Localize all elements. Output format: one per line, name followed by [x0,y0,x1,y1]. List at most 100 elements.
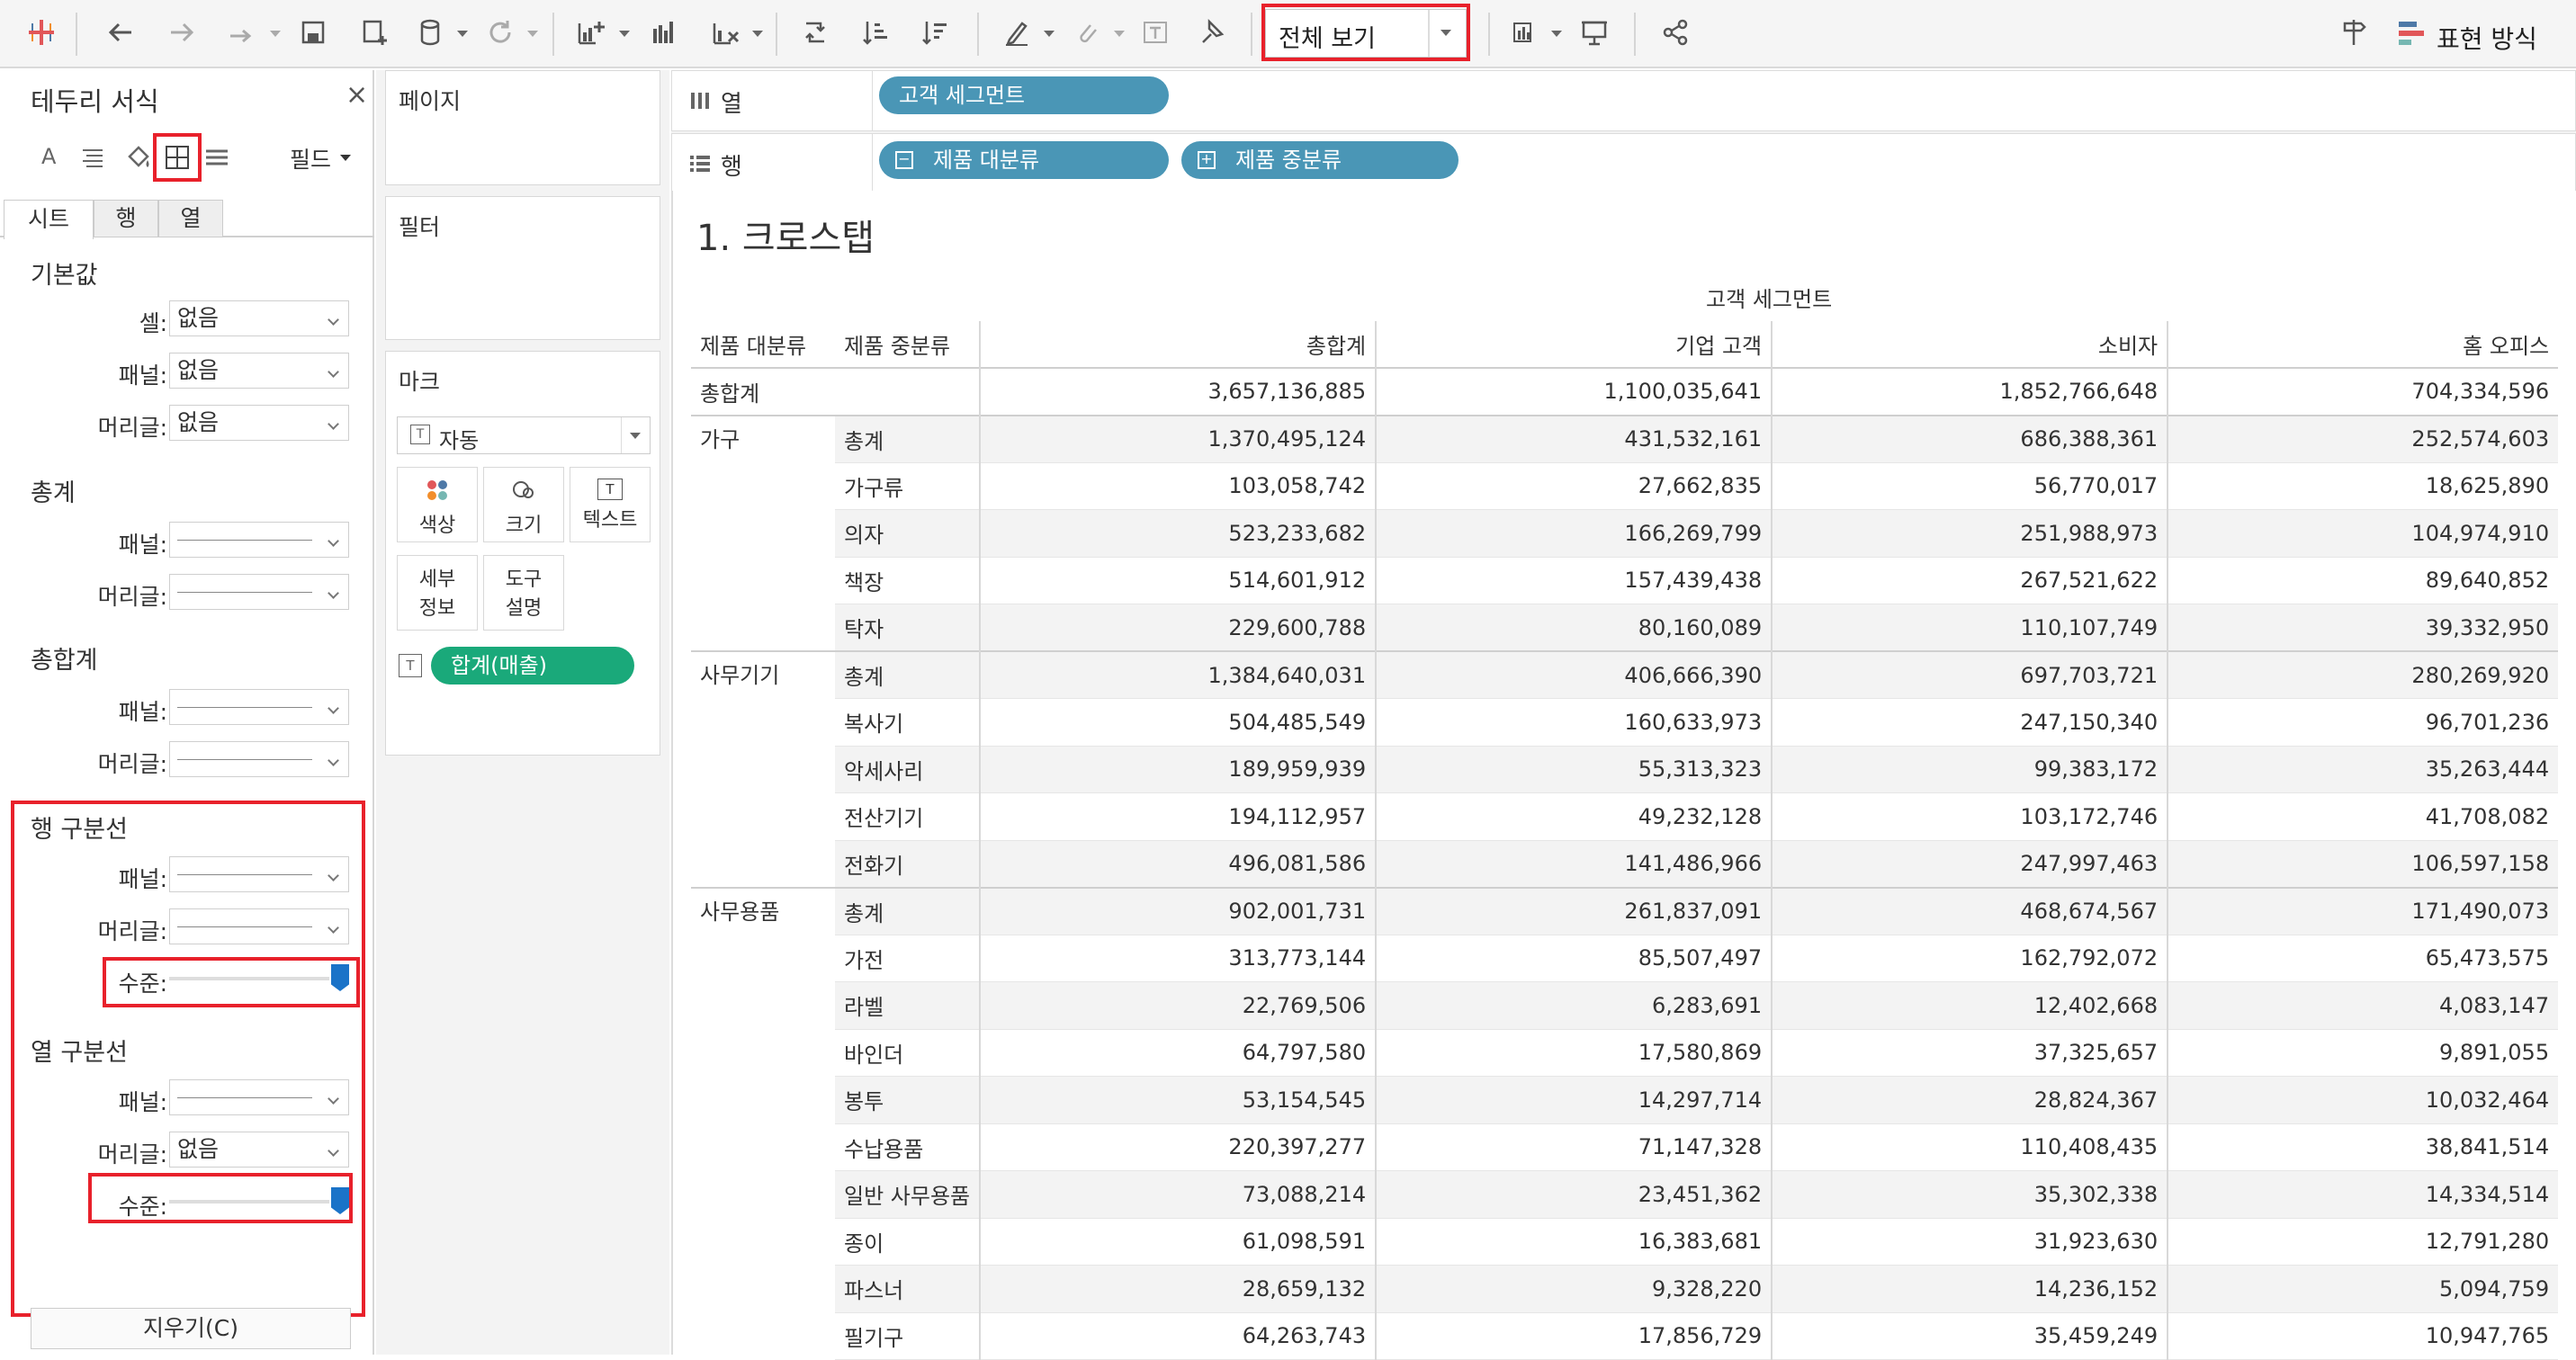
table-row[interactable]: 수납용품 220,397,277 71,147,328 110,408,435 38,8… [691,1123,2559,1171]
header-consumer[interactable]: 소비자 [1771,320,2168,368]
value-cell[interactable]: 64,263,743 [979,1312,1377,1360]
size-button[interactable]: 크기 [483,467,564,542]
value-cell[interactable]: 9,891,055 [2167,1029,2559,1077]
value-cell[interactable]: 280,269,920 [2167,650,2559,699]
refresh-icon[interactable] [480,13,520,52]
tab-columns[interactable]: 열 [158,200,223,237]
grand-total-value[interactable]: 704,334,596 [2167,368,2559,416]
value-cell[interactable]: 10,032,464 [2167,1076,2559,1124]
value-cell[interactable]: 110,107,749 [1771,604,2168,652]
subcategory-cell[interactable]: 가전 [835,935,981,982]
header-category[interactable]: 제품 대분류 [691,321,835,369]
default-panel-dropdown[interactable]: 없음 [169,353,349,389]
category-cell[interactable] [691,935,835,982]
subcategory-cell[interactable]: 필기구 [835,1312,981,1360]
value-cell[interactable]: 61,098,591 [979,1218,1377,1266]
subcategory-cell[interactable]: 총계 [835,414,981,463]
grand-total-row[interactable]: 총합계 3,657,136,885 1,100,035,641 1,852,766,6… [691,368,2559,416]
value-cell[interactable]: 73,088,214 [979,1170,1377,1219]
save-icon[interactable] [293,13,333,52]
default-header-dropdown[interactable]: 없음 [169,405,349,441]
value-cell[interactable]: 35,263,444 [2167,746,2559,793]
clear-button[interactable]: 지우기(C) [31,1308,351,1349]
table-row[interactable]: 파스너 28,659,132 9,328,220 14,236,152 5,094,75… [691,1265,2559,1313]
value-cell[interactable]: 686,388,361 [1771,414,2168,463]
value-cell[interactable]: 162,792,072 [1771,935,2168,982]
table-row[interactable]: 전화기 496,081,586 141,486,966 247,997,463 106,… [691,840,2559,888]
product-category-pill[interactable]: − 제품 대분류 [879,141,1169,179]
value-cell[interactable]: 103,172,746 [1771,792,2168,841]
row-divider-header-dropdown[interactable] [169,908,349,944]
value-cell[interactable]: 41,708,082 [2167,792,2559,841]
subcategory-cell[interactable]: 바인더 [835,1029,981,1077]
grand-totals-panel-dropdown[interactable] [169,689,349,725]
value-cell[interactable]: 27,662,835 [1375,462,1773,510]
borders-icon[interactable] [162,142,193,173]
value-cell[interactable]: 49,232,128 [1375,792,1773,841]
value-cell[interactable]: 28,659,132 [979,1265,1377,1313]
grand-total-value[interactable]: 1,100,035,641 [1375,368,1773,416]
sum-sales-pill[interactable]: 합계(매출) [431,647,634,684]
category-cell[interactable] [691,462,835,510]
value-cell[interactable]: 35,459,249 [1771,1312,2168,1360]
table-row[interactable]: 일반 사무용품 73,088,214 23,451,362 35,302,338 14,… [691,1170,2559,1219]
category-cell[interactable]: 가구 [691,414,835,462]
table-row[interactable]: 필기구 64,263,743 17,856,729 35,459,249 10,947,… [691,1312,2559,1360]
subcategory-cell[interactable]: 라벨 [835,981,981,1030]
grand-total-value[interactable]: 1,852,766,648 [1771,368,2168,416]
filters-card[interactable]: 필터 [385,196,660,340]
value-cell[interactable]: 229,600,788 [979,604,1377,652]
mark-type-select[interactable]: T 자동 [397,416,651,454]
subcategory-cell[interactable]: 전화기 [835,840,981,888]
subcategory-cell[interactable]: 탁자 [835,604,981,652]
value-cell[interactable]: 406,666,390 [1375,650,1773,699]
category-cell[interactable] [691,1218,835,1266]
table-row[interactable]: 종이 61,098,591 16,383,681 31,923,630 12,791,2… [691,1218,2559,1266]
shading-icon[interactable] [122,142,153,173]
category-cell[interactable] [691,557,835,604]
value-cell[interactable]: 194,112,957 [979,792,1377,841]
value-cell[interactable]: 4,083,147 [2167,981,2559,1030]
grand-total-value[interactable]: 3,657,136,885 [979,368,1377,416]
value-cell[interactable]: 17,856,729 [1375,1312,1773,1360]
font-icon[interactable]: A [41,144,56,169]
value-cell[interactable]: 514,601,912 [979,557,1377,604]
value-cell[interactable]: 468,674,567 [1771,886,2168,935]
value-cell[interactable]: 160,633,973 [1375,698,1773,747]
lines-icon[interactable] [203,144,230,171]
category-cell[interactable] [691,699,835,747]
rows-shelf[interactable]: 행 − 제품 대분류 + 제품 중분류 [671,133,2576,194]
new-datasource-icon[interactable] [355,13,394,52]
table-row[interactable]: 탁자 229,600,788 80,160,089 110,107,749 39,332… [691,604,2559,652]
value-cell[interactable]: 902,001,731 [979,886,1377,935]
table-row[interactable]: 라벨 22,769,506 6,283,691 12,402,668 4,083,147 [691,981,2559,1030]
value-cell[interactable]: 106,597,158 [2167,840,2559,888]
presentation-icon[interactable] [1575,13,1614,52]
category-cell[interactable] [691,1123,835,1171]
duplicate-sheet-icon[interactable] [644,13,684,52]
table-row[interactable]: 바인더 64,797,580 17,580,869 37,325,657 9,891,0… [691,1029,2559,1077]
tab-rows[interactable]: 행 [94,200,158,237]
customer-segment-pill[interactable]: 고객 세그먼트 [879,76,1169,114]
swap-icon[interactable] [795,13,835,52]
table-row[interactable]: 가전 313,773,144 85,507,497 162,792,072 65,473… [691,935,2559,982]
forward-icon[interactable] [162,13,202,52]
value-cell[interactable]: 80,160,089 [1375,604,1773,652]
table-row[interactable]: 악세사리 189,959,939 55,313,323 99,383,172 35,26… [691,746,2559,793]
value-cell[interactable]: 65,473,575 [2167,935,2559,982]
row-divider-panel-dropdown[interactable] [169,856,349,892]
sort-descending-icon[interactable] [916,13,956,52]
column-divider-level-slider[interactable] [169,1184,353,1220]
subcategory-cell[interactable]: 책장 [835,557,981,604]
header-home-office[interactable]: 홈 오피스 [2167,320,2559,368]
collapse-icon[interactable]: − [895,151,913,169]
value-cell[interactable]: 166,269,799 [1375,509,1773,558]
value-cell[interactable]: 37,325,657 [1771,1029,2168,1077]
value-cell[interactable]: 697,703,721 [1771,650,2168,699]
value-cell[interactable]: 89,640,852 [2167,557,2559,604]
value-cell[interactable]: 141,486,966 [1375,840,1773,888]
value-cell[interactable]: 1,384,640,031 [979,650,1377,699]
subcategory-cell[interactable]: 봉투 [835,1076,981,1124]
value-cell[interactable]: 23,451,362 [1375,1170,1773,1219]
value-cell[interactable]: 252,574,603 [2167,414,2559,463]
